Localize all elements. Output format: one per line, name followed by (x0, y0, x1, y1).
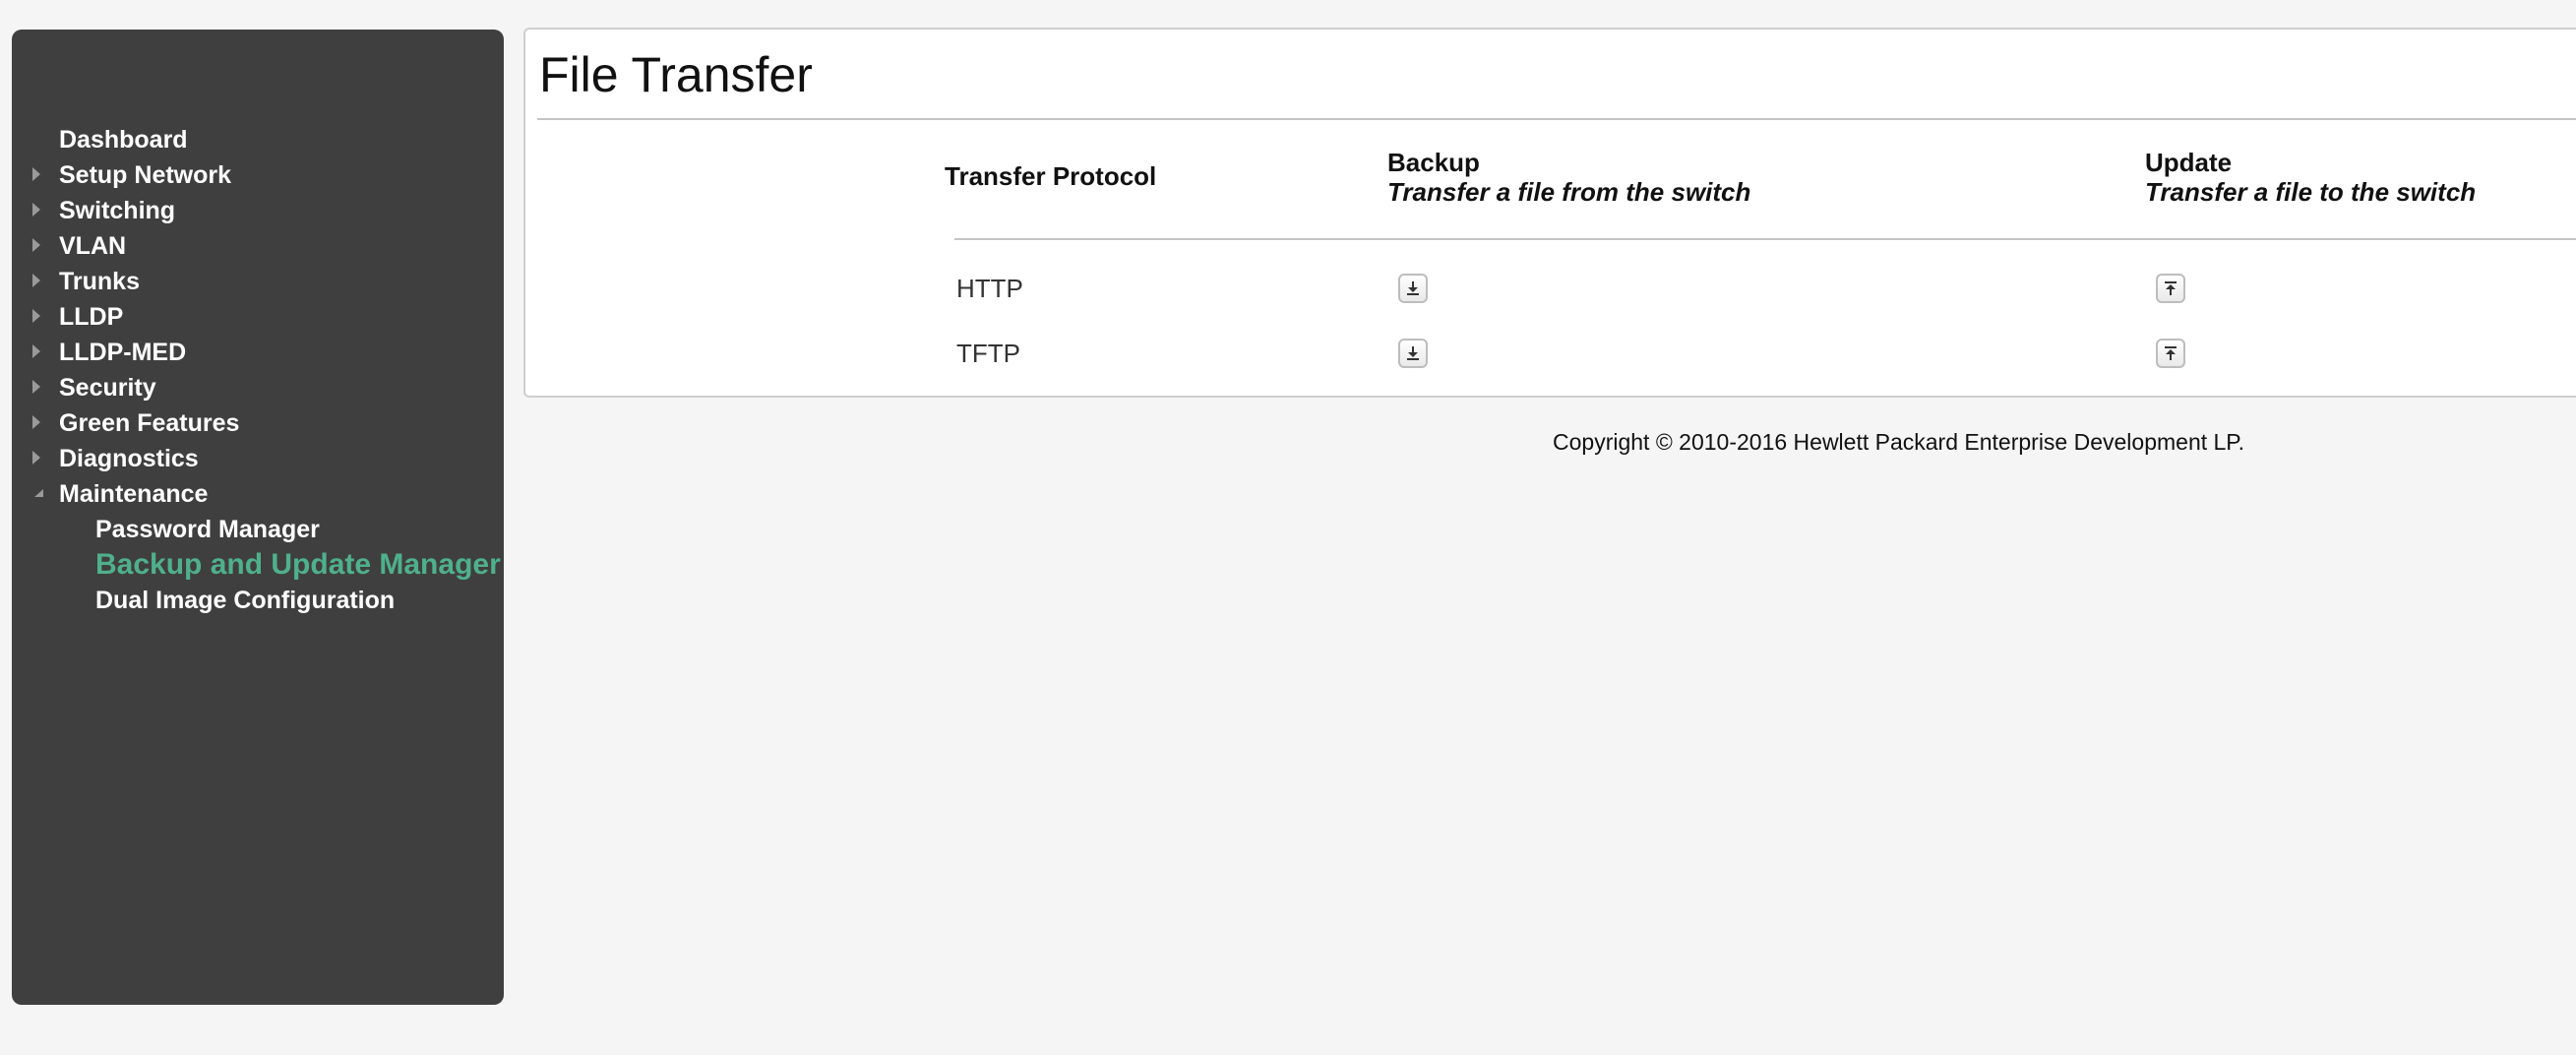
copyright-text: Copyright © 2010-2016 Hewlett Packard En… (1553, 429, 2245, 455)
sidebar-item-label: VLAN (59, 232, 127, 260)
sidebar-item-diagnostics[interactable]: Diagnostics (12, 441, 504, 476)
expand-arrow-icon (31, 299, 47, 335)
column-subheader-update: Transfer a file to the switch (2145, 177, 2477, 207)
download-icon (1407, 281, 1419, 295)
column-header-backup: Backup (1387, 148, 1480, 177)
sidebar-item-label: Diagnostics (59, 445, 199, 472)
sidebar-item-switching[interactable]: Switching (12, 193, 504, 228)
column-header-transfer-protocol: Transfer Protocol (945, 161, 1157, 191)
expand-arrow-icon (31, 370, 47, 405)
sidebar-item-maintenance[interactable]: Maintenance (12, 476, 504, 512)
update-tftp-button[interactable] (2156, 339, 2185, 368)
sidebar-subitem-dual-image-configuration[interactable]: Dual Image Configuration (12, 583, 504, 618)
sidebar-item-setup-network[interactable]: Setup Network (12, 157, 504, 193)
sidebar-subitem-password-manager[interactable]: Password Manager (12, 512, 504, 547)
sidebar-item-label: LLDP-MED (59, 339, 187, 366)
expand-arrow-icon (31, 441, 47, 476)
sidebar-subitem-label: Password Manager (95, 516, 320, 543)
expand-arrow-icon (31, 264, 47, 299)
sidebar-item-label: LLDP (59, 303, 124, 331)
title-divider (537, 118, 2576, 120)
sidebar-item-label: Setup Network (59, 161, 232, 189)
sidebar-item-label: Trunks (59, 268, 140, 295)
protocol-cell-tftp: TFTP (956, 339, 1020, 368)
sidebar-item-label: Maintenance (59, 480, 209, 508)
expand-arrow-icon (31, 228, 47, 264)
sidebar-item-label: Switching (59, 197, 176, 224)
sidebar-nav: Dashboard Setup Network Switching VLAN T… (12, 122, 504, 618)
sidebar-item-label: Security (59, 374, 156, 402)
page-title: File Transfer (539, 47, 813, 102)
download-icon (1407, 346, 1419, 360)
sidebar-item-label: Dashboard (59, 126, 188, 154)
sidebar-item-trunks[interactable]: Trunks (12, 264, 504, 299)
sidebar-item-dashboard[interactable]: Dashboard (12, 122, 504, 157)
sidebar-subitem-label: Backup and Update Manager (95, 548, 501, 581)
sidebar-item-vlan[interactable]: VLAN (12, 228, 504, 264)
file-transfer-panel: File Transfer Transfer Protocol Backup T… (523, 28, 2576, 398)
sidebar-item-green-features[interactable]: Green Features (12, 405, 504, 441)
sidebar-item-security[interactable]: Security (12, 370, 504, 405)
upload-icon (2165, 346, 2177, 360)
sidebar-subitem-label: Dual Image Configuration (95, 587, 396, 614)
sidebar-item-lldp-med[interactable]: LLDP-MED (12, 335, 504, 370)
expand-arrow-icon (31, 335, 47, 370)
collapse-arrow-icon (31, 476, 47, 512)
sidebar-item-lldp[interactable]: LLDP (12, 299, 504, 335)
upload-icon (2165, 281, 2177, 295)
sidebar-subitem-backup-update-manager[interactable]: Backup and Update Manager (12, 547, 504, 583)
expand-arrow-icon (31, 405, 47, 441)
expand-arrow-icon (31, 157, 47, 193)
sidebar: Dashboard Setup Network Switching VLAN T… (12, 30, 504, 1005)
column-header-update: Update (2145, 148, 2233, 177)
header-divider (954, 238, 2576, 240)
protocol-cell-http: HTTP (956, 274, 1023, 303)
update-http-button[interactable] (2156, 274, 2185, 303)
backup-http-button[interactable] (1398, 274, 1428, 303)
backup-tftp-button[interactable] (1398, 339, 1428, 368)
column-subheader-backup: Transfer a file from the switch (1387, 177, 1751, 207)
sidebar-item-label: Green Features (59, 409, 240, 437)
expand-arrow-icon (31, 193, 47, 228)
